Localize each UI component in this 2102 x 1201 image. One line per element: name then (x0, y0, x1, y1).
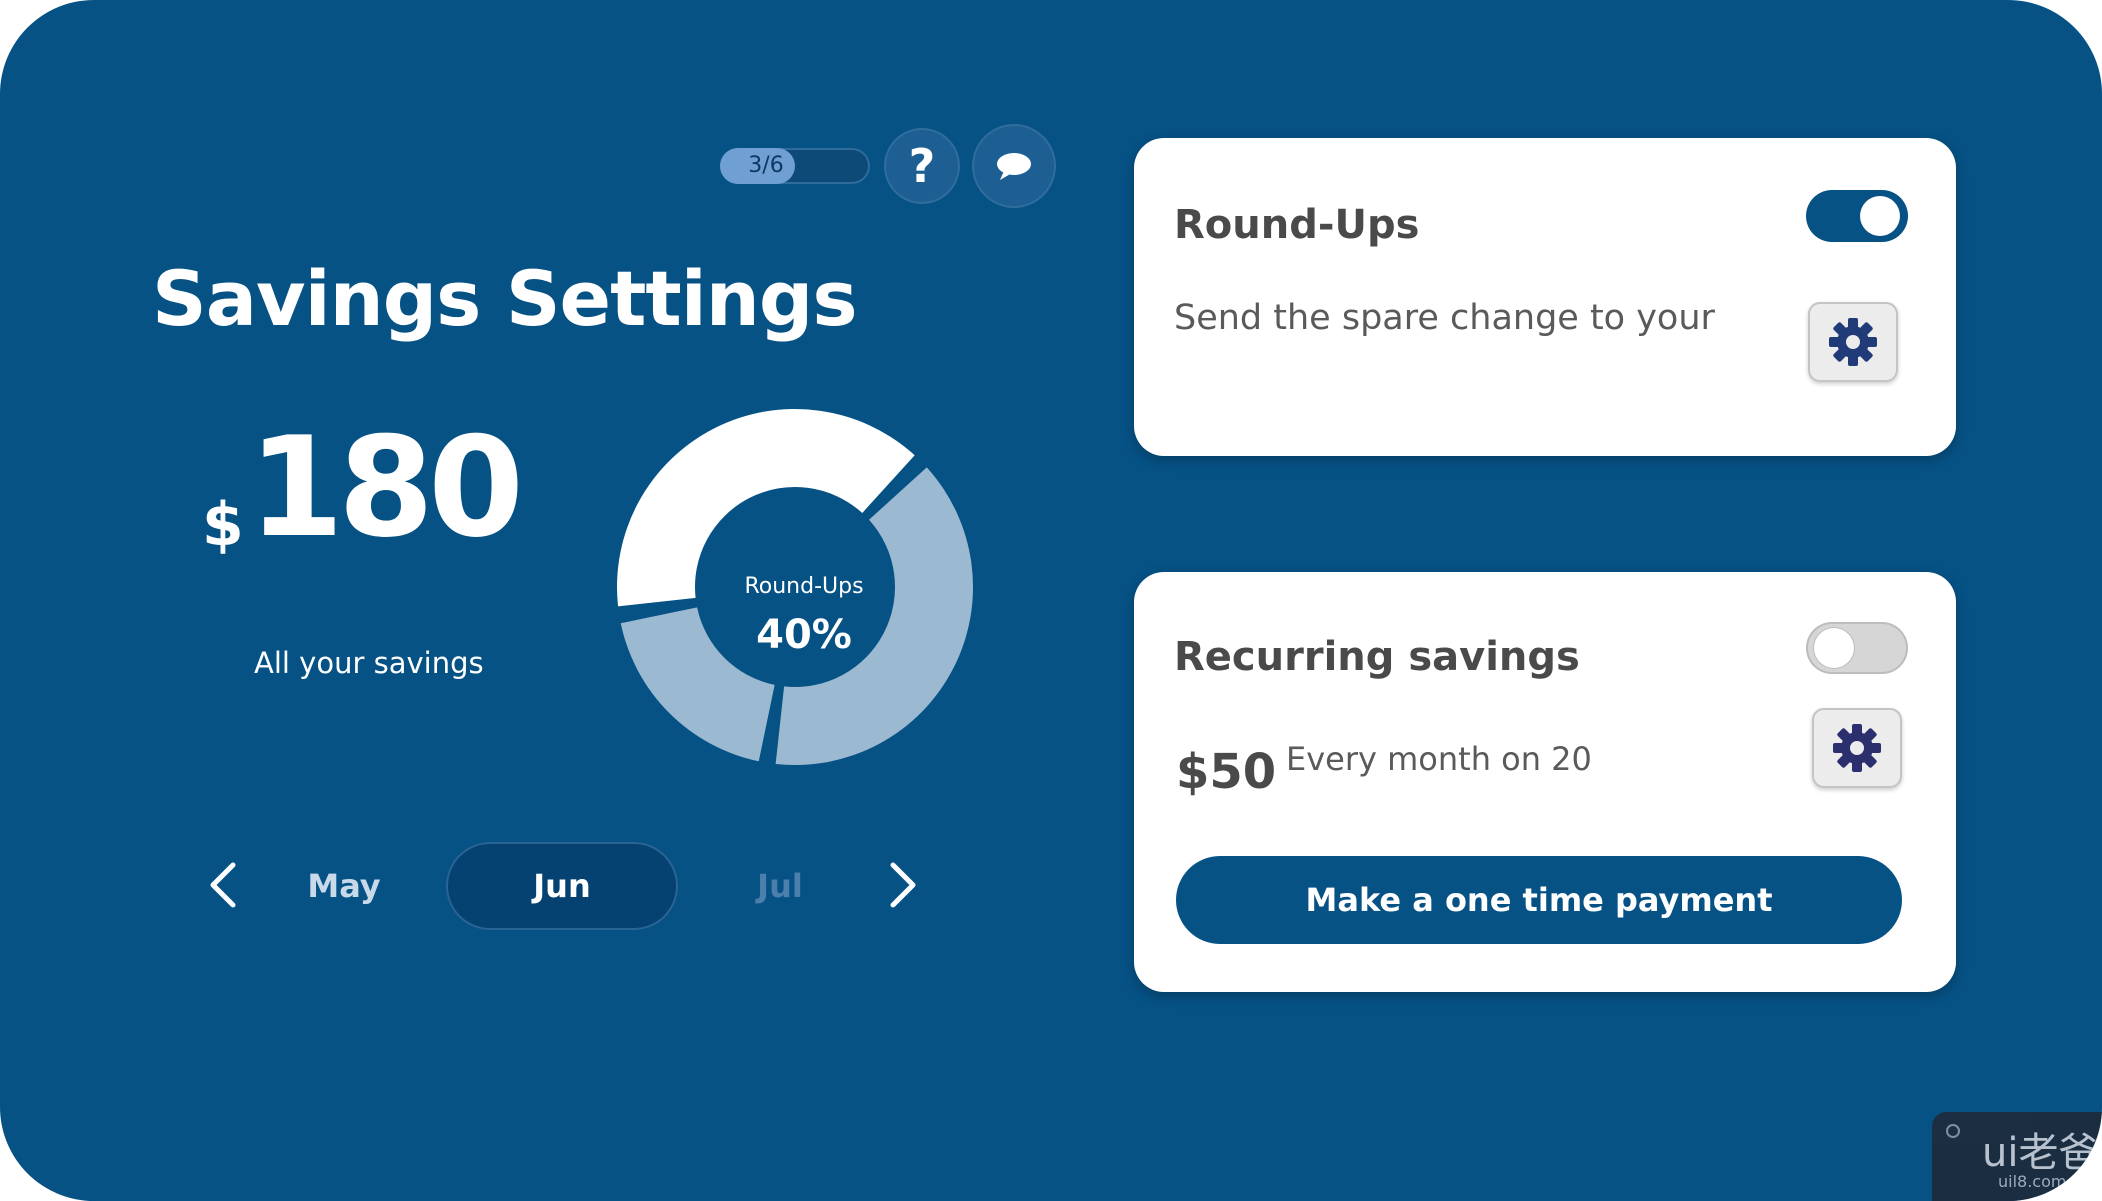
total-savings-amount: 180 (248, 407, 524, 568)
month-may[interactable]: May (284, 842, 404, 930)
roundups-settings-button[interactable] (1808, 302, 1898, 382)
recurring-savings-card: Recurring savings $50 Every month on 20 (1134, 572, 1956, 992)
chat-button[interactable] (974, 126, 1054, 206)
watermark-domain: uil8.com (1998, 1172, 2067, 1191)
gear-icon (1833, 724, 1881, 772)
help-button[interactable]: ? (886, 130, 958, 202)
total-savings-caption: All your savings (254, 646, 484, 680)
recurring-schedule: Every month on 20 (1286, 740, 1592, 778)
donut-center-label: Round-Ups (744, 574, 864, 599)
step-progress-label: 3/6 (748, 153, 784, 178)
roundups-card: Round-Ups Send the spare change to your (1134, 138, 1956, 456)
watermark-logo: ui老爸 (1982, 1130, 2099, 1176)
chevron-right-icon (890, 862, 916, 908)
previous-month-button[interactable] (198, 860, 248, 910)
month-jul[interactable]: Jul (720, 842, 840, 930)
gear-icon (1829, 318, 1877, 366)
savings-settings-screen: 3/6 ? Savings Settings $ 180 All your sa… (0, 0, 2102, 1201)
question-mark-icon: ? (908, 139, 936, 193)
toggle-knob (1814, 628, 1854, 668)
one-time-payment-button[interactable]: Make a one time payment (1176, 856, 1902, 944)
chevron-left-icon (210, 862, 236, 908)
roundups-title: Round-Ups (1174, 202, 1420, 248)
watermark: ui老爸 uil8.com (1932, 1112, 2102, 1201)
recurring-settings-button[interactable] (1812, 708, 1902, 788)
donut-center-value: 40% (756, 612, 852, 658)
recurring-savings-title: Recurring savings (1174, 634, 1580, 680)
watermark-dot (1946, 1124, 1960, 1138)
recurring-amount: $50 (1176, 744, 1277, 800)
recurring-savings-toggle[interactable] (1806, 622, 1908, 674)
next-month-button[interactable] (878, 860, 928, 910)
page-title: Savings Settings (152, 254, 858, 343)
toggle-knob (1860, 196, 1900, 236)
roundups-description: Send the spare change to your (1174, 298, 1715, 338)
step-progress-bar: 3/6 (720, 148, 870, 184)
speech-bubble-icon (997, 153, 1031, 180)
month-jun-selected[interactable]: Jun (446, 842, 678, 930)
savings-currency-symbol: $ (202, 490, 244, 560)
roundups-toggle[interactable] (1806, 190, 1908, 242)
